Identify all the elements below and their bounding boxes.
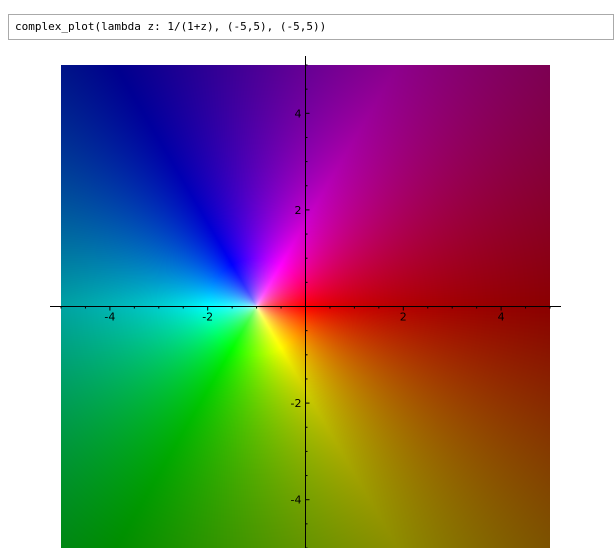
x-tick-label: -4 — [104, 311, 115, 324]
y-tick-label: -2 — [291, 397, 302, 410]
y-tick-label: 2 — [295, 204, 302, 217]
y-tick-label: -4 — [291, 494, 302, 507]
plot-output: -4 -2 2 4 4 2 -2 -4 — [0, 48, 616, 548]
x-tick-label: -2 — [202, 311, 213, 324]
plot-axes: -4 -2 2 4 4 2 -2 -4 — [50, 56, 561, 548]
x-tick-label: 2 — [400, 311, 407, 324]
y-tick-label: 4 — [295, 107, 302, 120]
x-tick-label: 4 — [498, 311, 505, 324]
code-input-cell[interactable]: complex_plot(lambda z: 1/(1+z), (-5,5), … — [8, 14, 614, 40]
